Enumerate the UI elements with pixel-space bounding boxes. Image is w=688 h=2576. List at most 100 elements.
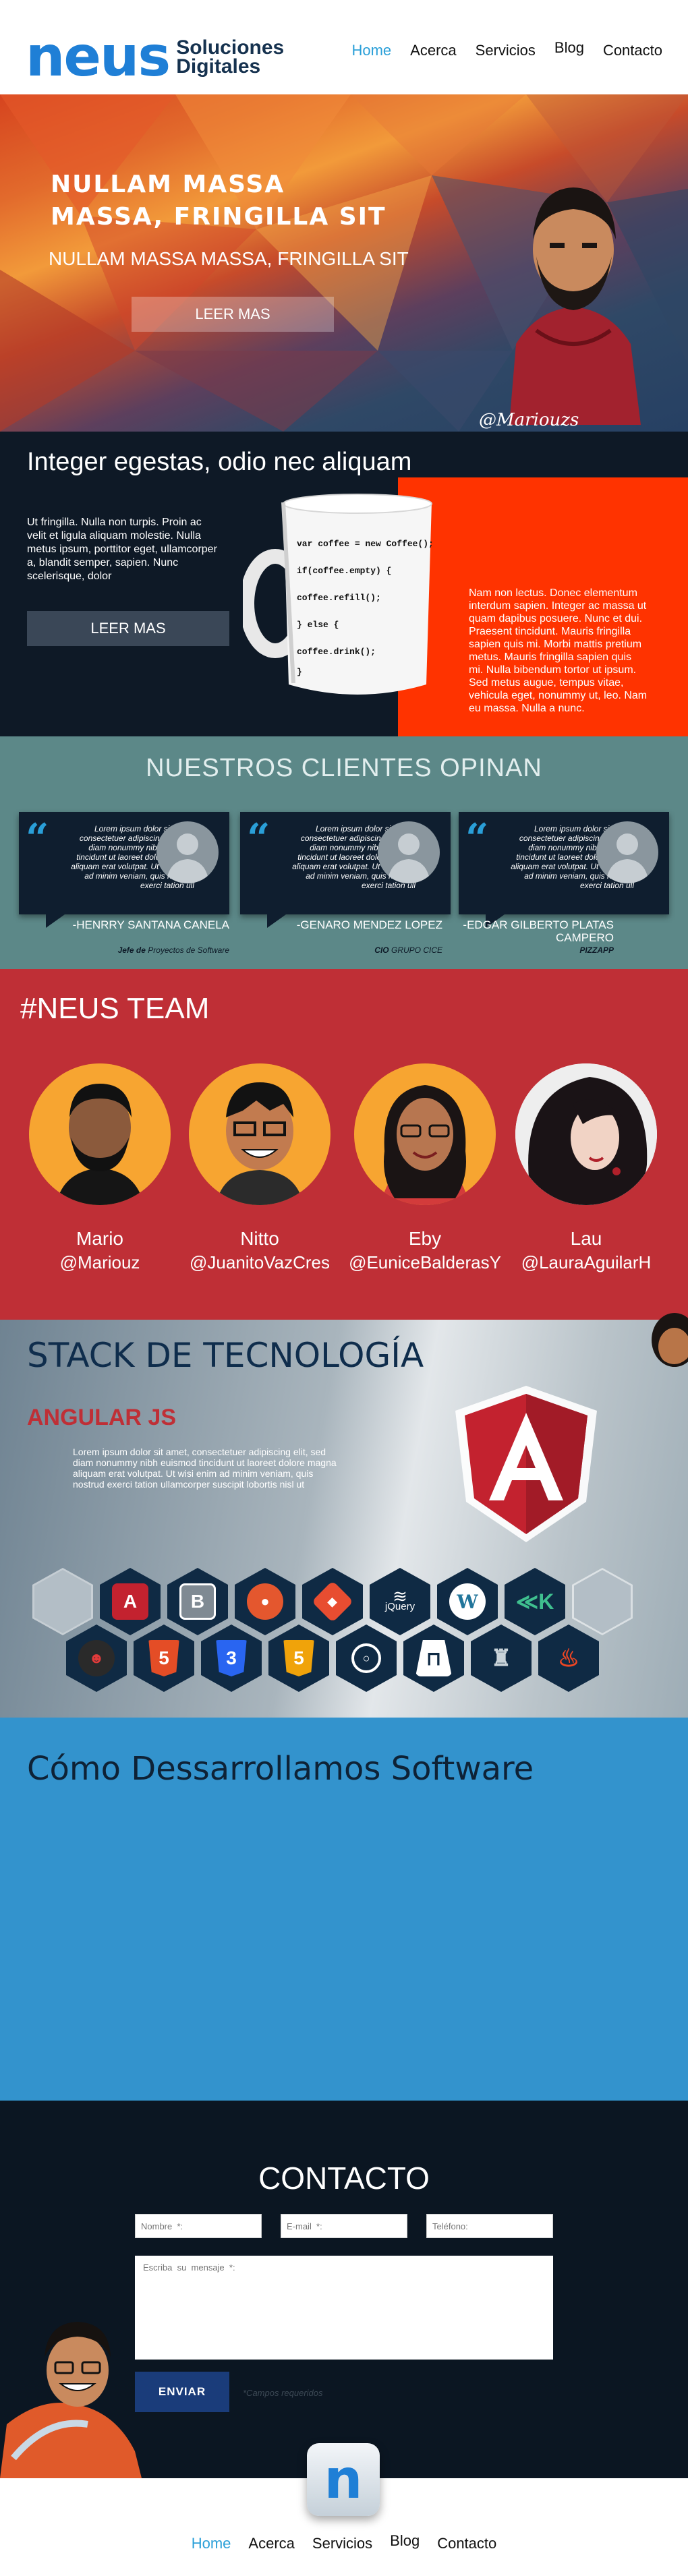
logo-line-1: Soluciones: [176, 36, 285, 59]
testimonial-avatar: [378, 821, 440, 883]
team-member-mario: Mario @Mariouz: [22, 1063, 177, 1273]
team-member-nitto: Nitto @JuanitoVazCres: [182, 1063, 337, 1273]
nav-contacto[interactable]: Contacto: [603, 42, 662, 59]
ninja-icon: ☻: [66, 1624, 127, 1692]
bird-icon: ●: [235, 1568, 295, 1635]
stack-subtitle: ANGULAR JS: [27, 1405, 177, 1430]
testimonial-role-text-3: PIZZAPP: [579, 945, 614, 955]
team-member-avatar: [29, 1063, 171, 1205]
hero-subtitle: NULLAM MASSA MASSA, FRINGILLA SIT: [49, 248, 409, 269]
html5-icon: 5: [134, 1624, 194, 1692]
send-button[interactable]: ENVIAR: [135, 2372, 229, 2412]
wordpress-icon: W: [437, 1568, 498, 1635]
mug-code-line-5: coffee.drink();: [297, 647, 376, 657]
footer-logo[interactable]: n: [307, 2443, 380, 2516]
circle-icon: ○: [336, 1624, 397, 1692]
logo-line-2: Digitales: [176, 55, 261, 78]
quote-icon: “: [247, 815, 270, 862]
mug-code-line-3: coffee.refill();: [297, 593, 381, 603]
footer-logo-mark: n: [324, 2448, 363, 2511]
testimonial-name-2: -GENARO MENDEZ LOPEZ: [296, 918, 442, 931]
nav-acerca[interactable]: Acerca: [410, 42, 456, 59]
javascript-icon: 5: [268, 1624, 329, 1692]
footer-nav-blog[interactable]: Blog: [390, 2532, 420, 2550]
bootstrap-icon: B: [167, 1568, 228, 1635]
feature-title: Integer egestas, odio nec aliquam: [27, 448, 412, 476]
nav-blog[interactable]: Blog: [554, 39, 584, 57]
footer-nav: Home Acerca Servicios Blog Contacto: [0, 2532, 688, 2552]
nav-servicios[interactable]: Servicios: [476, 42, 536, 59]
hero-read-more-button[interactable]: LEER MAS: [132, 297, 334, 332]
footer-nav-home[interactable]: Home: [192, 2535, 231, 2552]
stack-corner-character: [652, 1313, 688, 1367]
testimonial-avatar: [596, 821, 658, 883]
stack-text: Lorem ipsum dolor sit amet, consectetuer…: [73, 1446, 337, 1490]
angular-icon: A: [100, 1568, 161, 1635]
team-member-handle[interactable]: @EuniceBalderasY: [347, 1252, 503, 1273]
name-field[interactable]: [135, 2214, 262, 2238]
email-field[interactable]: [281, 2214, 407, 2238]
angular-shield-logo: [455, 1386, 597, 1542]
team-member-avatar: [515, 1063, 657, 1205]
mug-code-line-6: }: [297, 667, 302, 677]
process-section: Cómo Dessarrollamos Software: [0, 1718, 688, 2101]
team-member-name: Mario: [76, 1228, 123, 1249]
page: neus Soluciones Digitales Home Acerca Se…: [0, 0, 688, 2576]
feature-right-text: Nam non lectus. Donec elementum interdum…: [469, 587, 648, 714]
testimonial-card-2: “ Lorem ipsum dolor sit amet, consectetu…: [240, 812, 451, 928]
cordova-icon: ⊓: [403, 1624, 464, 1692]
mug-code-line-2: if(coffee.empty) {: [297, 566, 391, 576]
team-member-handle[interactable]: @Mariouz: [22, 1252, 177, 1273]
team-member-avatar: [189, 1063, 331, 1205]
testimonial-role-1: Jefe de Proyectos de Software: [19, 945, 229, 955]
process-title: Cómo Dessarrollamos Software: [27, 1750, 534, 1788]
testimonial-name-3: -EDGAR GILBERTO PLATAS CAMPERO: [463, 918, 614, 944]
contact-character-illustration: [0, 2322, 142, 2478]
codeigniter-icon: ♨: [538, 1624, 599, 1692]
testimonial-role-text-2: GRUPO CICE: [391, 945, 442, 955]
nav-home[interactable]: Home: [351, 42, 391, 59]
logo-text: Soluciones Digitales: [176, 36, 285, 78]
coffee-mug-image: var coffee = new Coffee(); if(coffee.emp…: [243, 494, 434, 695]
feature-text: Ut fringilla. Nulla non turpis. Proin ac…: [27, 517, 217, 582]
android-icon: ♜: [471, 1624, 532, 1692]
feature-read-more-button[interactable]: LEER MAS: [27, 611, 229, 646]
hero-character-illustration: [509, 187, 641, 425]
contact-title: CONTACTO: [258, 2161, 430, 2196]
message-field[interactable]: [135, 2256, 553, 2360]
footer-nav-servicios[interactable]: Servicios: [312, 2535, 372, 2552]
stack-title: STACK DE TECNOLOGÍA: [27, 1336, 424, 1375]
footer-nav-acerca[interactable]: Acerca: [248, 2535, 294, 2552]
testimonials-section: NUESTROS CLIENTES OPINAN “ Lorem ipsum d…: [0, 736, 688, 969]
main-nav: Home Acerca Servicios Blog Contacto: [351, 39, 662, 59]
team-section: #NEUS TEAM Mario @Mariouz Nitto @Juanito…: [0, 969, 688, 1320]
hero-section: NULLAM MASSA MASSA, FRINGILLA SIT NULLAM…: [0, 94, 688, 432]
mug-code-line-1: var coffee = new Coffee();: [297, 539, 434, 549]
quote-icon: “: [465, 815, 489, 862]
phone-field[interactable]: [426, 2214, 553, 2238]
site-header: neus Soluciones Digitales Home Acerca Se…: [0, 0, 688, 94]
testimonial-role-2: CIO GRUPO CICE: [240, 945, 442, 955]
feature-title-band: [398, 432, 688, 477]
required-fields-note: *Campos requeridos: [243, 2388, 323, 2398]
hex-empty: [572, 1568, 633, 1635]
testimonial-role-prefix-1: Jefe de: [117, 945, 146, 955]
jquery-icon: ≋ jQuery: [370, 1568, 430, 1635]
vuforia-icon: ≪K: [505, 1568, 565, 1635]
team-member-handle[interactable]: @JuanitoVazCres: [182, 1252, 337, 1273]
team-member-handle[interactable]: @LauraAguilarH: [509, 1252, 664, 1273]
quote-icon: “: [26, 815, 49, 862]
footer-nav-contacto[interactable]: Contacto: [437, 2535, 496, 2552]
contact-section: CONTACTO ENVIAR *Campos requeridos: [0, 2101, 688, 2478]
jquery-label: jQuery: [384, 1601, 415, 1612]
site-logo[interactable]: neus Soluciones Digitales: [26, 30, 284, 85]
testimonial-role-3: PIZZAPP: [445, 945, 614, 955]
team-member-name: Eby: [408, 1228, 442, 1249]
testimonial-avatar: [156, 821, 219, 883]
testimonials-title: NUESTROS CLIENTES OPINAN: [146, 754, 542, 782]
testimonial-card-3: “ Lorem ipsum dolor sit amet, consectetu…: [459, 812, 669, 928]
hero-title: NULLAM MASSA MASSA, FRINGILLA SIT: [51, 171, 386, 231]
css3-icon: 3: [201, 1624, 262, 1692]
testimonial-card-1: “ Lorem ipsum dolor sit amet, consectetu…: [19, 812, 229, 928]
team-title: #NEUS TEAM: [20, 992, 210, 1025]
